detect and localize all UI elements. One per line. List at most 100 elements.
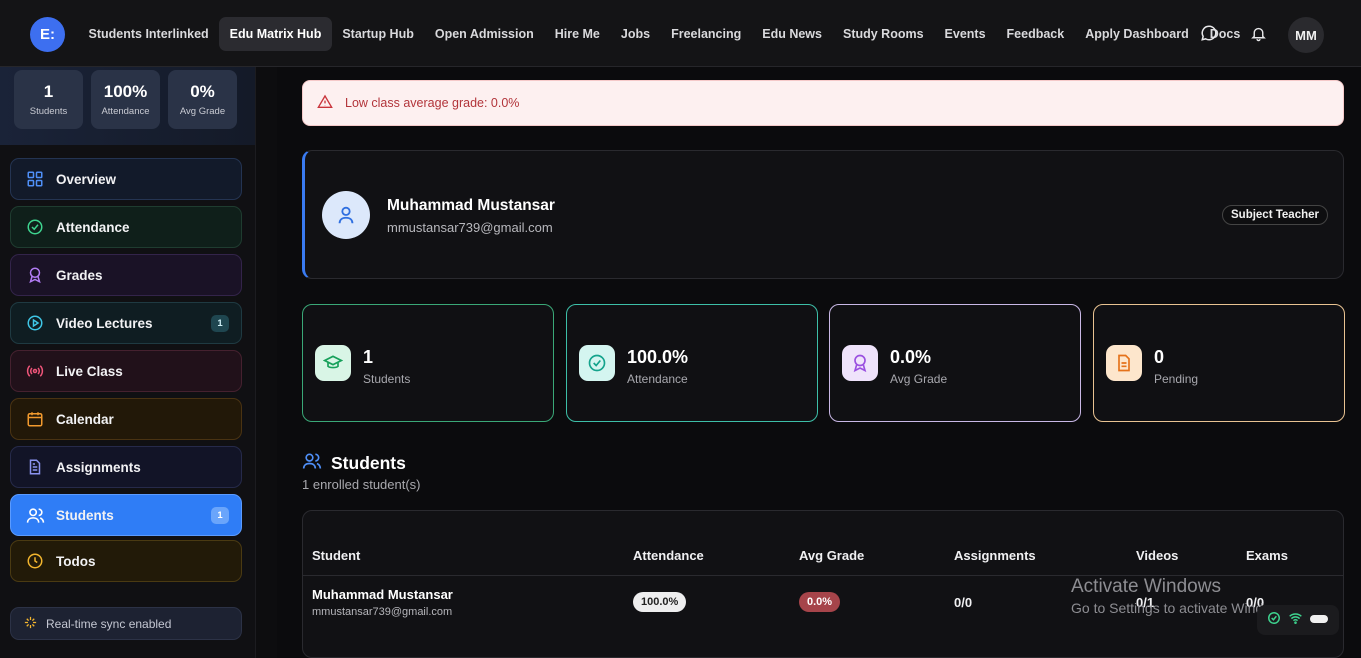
column-header[interactable]: Attendance xyxy=(633,548,704,563)
stat-attendance: 100% Attendance xyxy=(91,70,160,129)
card-label: Pending xyxy=(1154,372,1199,386)
bell-icon[interactable] xyxy=(1247,22,1269,44)
broadcast-icon xyxy=(25,361,45,381)
sparkle-icon xyxy=(23,615,38,633)
calendar-icon xyxy=(25,409,45,429)
column-header[interactable]: Assignments xyxy=(954,548,1036,563)
app-logo[interactable]: E: xyxy=(30,17,65,52)
nav-freelancing[interactable]: Freelancing xyxy=(661,17,752,51)
user-avatar[interactable]: MM xyxy=(1288,17,1324,53)
column-header[interactable]: Student xyxy=(312,548,360,563)
nav-feedback[interactable]: Feedback xyxy=(996,17,1075,51)
attendance-pill: 100.0% xyxy=(633,592,687,612)
sync-label: Real-time sync enabled xyxy=(46,616,172,631)
sidebar-scrollbar-track[interactable] xyxy=(255,67,277,658)
card-value: 0 xyxy=(1154,347,1165,367)
nav-study-rooms[interactable]: Study Rooms xyxy=(832,17,934,51)
stat-avg-grade: 0% Avg Grade xyxy=(168,70,237,129)
top-navigation-bar: E: Students Interlinked Edu Matrix Hub S… xyxy=(0,0,1361,67)
sidebar-item-label: Calendar xyxy=(56,411,114,427)
card-value: 100.0% xyxy=(627,347,689,367)
sidebar-item-overview[interactable]: Overview xyxy=(10,158,242,200)
nav-apply-dashboard[interactable]: Apply Dashboard xyxy=(1075,17,1200,51)
alert-text: Low class average grade: 0.0% xyxy=(345,96,520,110)
battery-icon xyxy=(1309,611,1330,629)
section-title: Students xyxy=(302,451,406,476)
sidebar-item-label: Video Lectures xyxy=(56,315,153,331)
nav-jobs[interactable]: Jobs xyxy=(610,17,660,51)
nav-startup-hub[interactable]: Startup Hub xyxy=(332,17,425,51)
count-badge: 1 xyxy=(211,315,229,332)
nav-events[interactable]: Events xyxy=(934,17,996,51)
sidebar-stats: 1 Students 100% Attendance 0% Avg Grade xyxy=(0,67,255,145)
award-icon xyxy=(25,265,45,285)
profile-name: Muhammad Mustansar xyxy=(387,197,555,214)
profile-card: Muhammad Mustansar mmustansar739@gmail.c… xyxy=(302,150,1344,279)
card-pending: 0 Pending xyxy=(1093,304,1345,422)
sidebar-item-label: Todos xyxy=(56,553,96,569)
student-email: mmustansar739@gmail.com xyxy=(312,606,453,618)
stat-value: 1 xyxy=(43,82,54,101)
stat-students: 1 Students xyxy=(14,70,83,129)
nav-students-interlinked[interactable]: Students Interlinked xyxy=(78,17,219,51)
users-icon xyxy=(25,505,45,525)
nav-edu-news[interactable]: Edu News xyxy=(752,17,833,51)
profile-email: mmustansar739@gmail.com xyxy=(387,220,553,235)
column-header[interactable]: Videos xyxy=(1136,548,1178,563)
role-badge: Subject Teacher xyxy=(1222,205,1328,225)
assignments-value: 0/0 xyxy=(954,595,973,610)
card-attendance: 100.0% Attendance xyxy=(566,304,818,422)
document-icon xyxy=(25,457,45,477)
column-header[interactable]: Exams xyxy=(1246,548,1288,563)
sidebar-item-calendar[interactable]: Calendar xyxy=(10,398,242,440)
sidebar-item-label: Assignments xyxy=(56,459,141,475)
main-content: Low class average grade: 0.0% Muhammad M… xyxy=(277,67,1361,658)
card-label: Students xyxy=(363,372,411,386)
sidebar-item-label: Overview xyxy=(56,171,117,187)
warning-icon xyxy=(317,94,333,113)
users-icon xyxy=(302,451,322,476)
grade-pill: 0.0% xyxy=(799,592,841,612)
sidebar-item-grades[interactable]: Grades xyxy=(10,254,242,296)
sidebar-item-todos[interactable]: Todos xyxy=(10,540,242,582)
column-header[interactable]: Avg Grade xyxy=(799,548,864,563)
nav-open-admission[interactable]: Open Admission xyxy=(424,17,544,51)
sidebar-item-video-lectures[interactable]: Video Lectures 1 xyxy=(10,302,242,344)
card-label: Attendance xyxy=(627,372,688,386)
student-name: Muhammad Mustansar xyxy=(312,587,453,602)
stat-value: 100% xyxy=(103,82,148,101)
check-circle-icon xyxy=(25,217,45,237)
nav-hire-me[interactable]: Hire Me xyxy=(544,17,610,51)
sidebar-item-label: Grades xyxy=(56,267,103,283)
stat-label: Students xyxy=(29,106,68,117)
sidebar-item-label: Students xyxy=(56,507,114,523)
play-circle-icon xyxy=(25,313,45,333)
stat-label: Avg Grade xyxy=(179,106,226,117)
sidebar-item-students[interactable]: Students 1 xyxy=(10,494,242,536)
card-avg-grade: 0.0% Avg Grade xyxy=(829,304,1081,422)
system-tray[interactable] xyxy=(1257,605,1339,635)
section-title-text: Students xyxy=(331,453,406,473)
graduation-cap-icon xyxy=(315,345,351,381)
sidebar-item-assignments[interactable]: Assignments xyxy=(10,446,242,488)
nav-edu-matrix-hub[interactable]: Edu Matrix Hub xyxy=(219,17,332,51)
sidebar-item-attendance[interactable]: Attendance xyxy=(10,206,242,248)
sync-status: Real-time sync enabled xyxy=(10,607,242,640)
activate-windows-title: Activate Windows xyxy=(1071,576,1221,597)
document-icon xyxy=(1106,345,1142,381)
card-value: 1 xyxy=(363,347,374,367)
sidebar-item-label: Live Class xyxy=(56,363,123,379)
stat-value: 0% xyxy=(190,82,215,101)
clock-icon xyxy=(25,551,45,571)
chat-icon[interactable] xyxy=(1198,22,1220,44)
section-subtitle: 1 enrolled student(s) xyxy=(302,477,421,492)
card-students: 1 Students xyxy=(302,304,554,422)
sidebar-item-label: Attendance xyxy=(56,219,130,235)
award-icon xyxy=(842,345,878,381)
check-circle-icon xyxy=(579,345,615,381)
count-badge: 1 xyxy=(211,507,229,524)
stat-label: Attendance xyxy=(101,106,150,117)
alert-banner: Low class average grade: 0.0% xyxy=(302,80,1344,126)
check-circle-icon xyxy=(1267,611,1281,630)
sidebar-item-live-class[interactable]: Live Class xyxy=(10,350,242,392)
